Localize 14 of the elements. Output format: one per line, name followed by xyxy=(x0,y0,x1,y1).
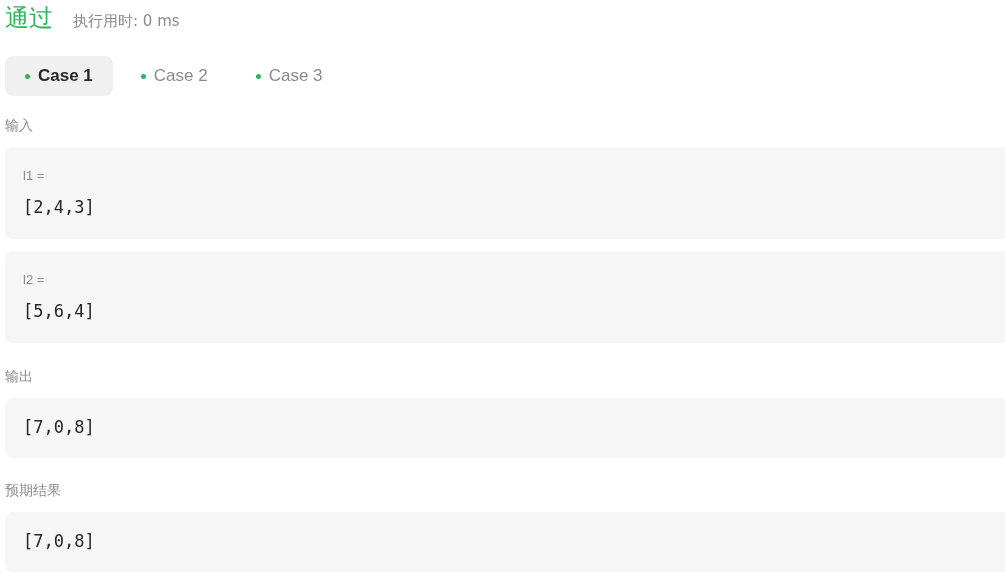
parameter-name: l2 = xyxy=(23,270,46,289)
section-label: 输入 xyxy=(5,116,34,135)
section-label: 输出 xyxy=(5,367,34,386)
case-tab[interactable]: Case 1 xyxy=(5,56,113,96)
runtime-text: 执行用时: 0 ms xyxy=(73,11,180,32)
value-text: [2,4,3] xyxy=(23,196,96,219)
parameter-name: l1 = xyxy=(23,166,46,185)
case-tab[interactable]: Case 3 xyxy=(235,56,343,96)
value-text: [7,0,8] xyxy=(23,416,96,440)
value-text: [7,0,8] xyxy=(23,530,96,554)
section-label: 预期结果 xyxy=(5,481,62,500)
value-text: [5,6,4] xyxy=(23,300,96,323)
result-status: 通过 xyxy=(5,3,53,34)
case-tab[interactable]: Case 2 xyxy=(120,56,228,96)
